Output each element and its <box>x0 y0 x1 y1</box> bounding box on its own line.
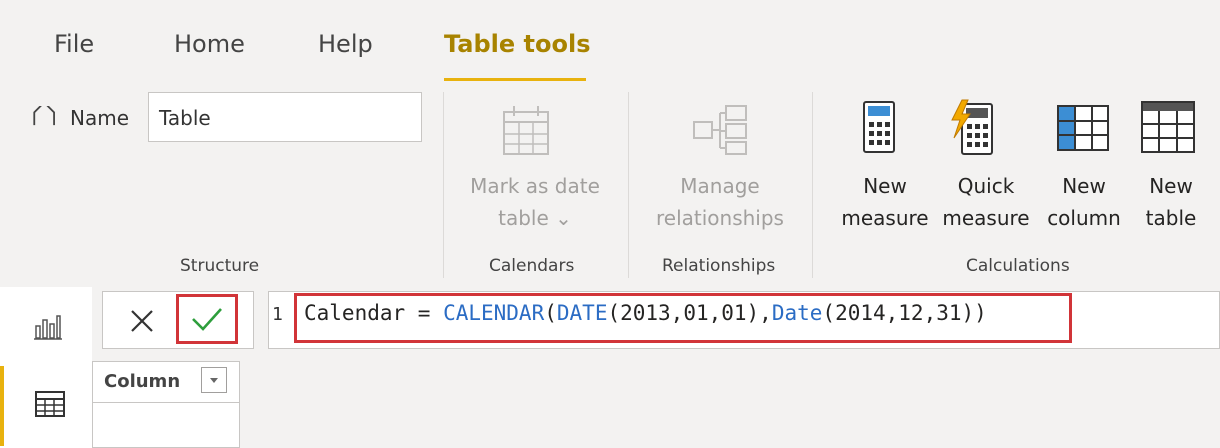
group-label-relationships: Relationships <box>662 256 776 276</box>
manage-relationships-line2: relationships <box>656 206 784 230</box>
confirm-formula-button[interactable] <box>176 294 238 344</box>
new-column-icon <box>1056 104 1110 157</box>
new-table-icon <box>1140 100 1196 159</box>
tab-help[interactable]: Help <box>318 30 373 58</box>
group-separator <box>628 92 629 278</box>
formula-part: (2013,01,01), <box>607 301 772 325</box>
new-column-line1: New <box>1062 174 1106 198</box>
new-column-button[interactable]: New column <box>1036 170 1132 234</box>
tab-table-tools[interactable]: Table tools <box>444 30 590 58</box>
ribbon-tabs: File Home Help Table tools <box>0 0 1220 82</box>
new-measure-line1: New <box>863 174 907 198</box>
mark-as-date-table-line2: table ⌄ <box>498 206 572 230</box>
formula-part: Calendar = <box>304 301 444 325</box>
name-label: Name <box>70 106 130 130</box>
new-table-line2: table <box>1145 206 1197 230</box>
calculator-icon <box>862 100 896 159</box>
quick-measure-icon <box>948 98 996 161</box>
group-separator <box>443 92 444 278</box>
tab-home[interactable]: Home <box>174 30 245 58</box>
manage-relationships-icon <box>692 104 750 161</box>
ribbon: File Home Help Table tools Name Table St… <box>0 0 1220 287</box>
chevron-down-icon <box>210 378 218 383</box>
quick-measure-line1: Quick <box>957 174 1015 198</box>
quick-measure-line2: measure <box>942 206 1030 230</box>
active-view-indicator <box>0 366 4 446</box>
calendar-table-icon <box>502 104 550 161</box>
new-table-button[interactable]: New table <box>1132 170 1210 234</box>
formula-function-date: DATE <box>556 301 608 325</box>
tag-icon <box>32 101 62 135</box>
formula-part: ( <box>544 301 557 325</box>
mark-as-date-table-line1: Mark as date <box>470 174 600 198</box>
group-separator <box>812 92 813 278</box>
formula-function-calendar: CALENDAR <box>443 301 545 325</box>
mark-as-date-table-button[interactable]: Mark as date table ⌄ <box>460 170 610 234</box>
quick-measure-button[interactable]: Quick measure <box>936 170 1036 234</box>
group-label-calendars: Calendars <box>489 256 575 276</box>
new-column-line2: column <box>1047 206 1121 230</box>
manage-relationships-button[interactable]: Manage relationships <box>645 170 795 234</box>
column-filter-dropdown[interactable] <box>201 367 227 393</box>
formula-expression[interactable]: Calendar = CALENDAR(DATE(2013,01,01),Dat… <box>304 301 987 325</box>
column-header-label: Column <box>104 371 181 392</box>
name-input[interactable]: Table <box>148 92 422 142</box>
formula-line-number: 1 <box>272 304 283 325</box>
group-label-structure: Structure <box>180 256 260 276</box>
formula-function-date: Date <box>771 301 823 325</box>
new-measure-line2: measure <box>841 206 929 230</box>
report-view-icon[interactable] <box>34 312 62 345</box>
data-view-icon[interactable] <box>34 390 66 423</box>
tab-file[interactable]: File <box>54 30 94 58</box>
group-label-calculations: Calculations <box>966 256 1070 276</box>
table-cell[interactable] <box>92 403 240 448</box>
checkmark-icon <box>192 308 222 331</box>
active-tab-underline <box>444 78 586 81</box>
formula-part: (2014,12,31)) <box>822 301 987 325</box>
manage-relationships-line1: Manage <box>680 174 760 198</box>
cancel-formula-icon[interactable] <box>124 303 160 339</box>
new-table-line1: New <box>1149 174 1193 198</box>
new-measure-button[interactable]: New measure <box>840 170 930 234</box>
